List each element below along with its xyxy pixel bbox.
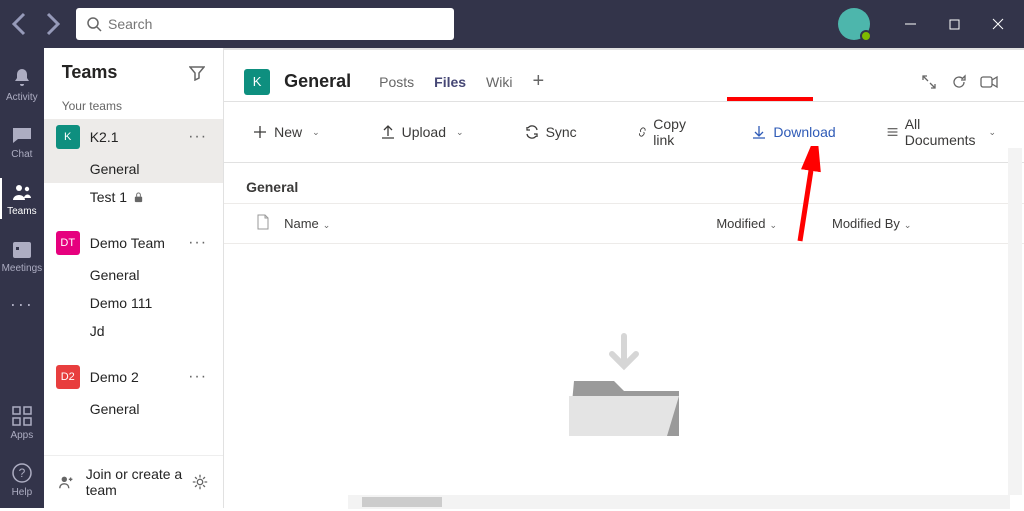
new-button[interactable]: New⌄	[242, 120, 330, 144]
help-icon: ?	[10, 461, 34, 485]
forward-button[interactable]	[36, 8, 68, 40]
svg-text:?: ?	[19, 466, 26, 480]
sidebar-title: Teams	[62, 62, 118, 83]
apps-icon	[10, 404, 34, 428]
teams-icon	[10, 180, 34, 204]
team-badge: DT	[56, 231, 80, 255]
col-modified[interactable]: Modified⌄	[652, 216, 832, 231]
file-type-icon[interactable]	[256, 214, 270, 230]
team-more-icon[interactable]: ···	[184, 368, 211, 386]
join-create-link[interactable]: Join or create a team	[86, 466, 191, 498]
team-row[interactable]: D2 Demo 2 ···	[44, 359, 223, 395]
doclib-title: General	[224, 163, 1024, 203]
channel-row[interactable]: Demo 111	[44, 289, 223, 317]
expand-icon[interactable]	[914, 67, 944, 97]
search-box[interactable]	[76, 8, 454, 40]
lock-icon	[133, 192, 144, 203]
col-name[interactable]: Name⌄	[280, 216, 652, 231]
team-badge: D2	[56, 365, 80, 389]
refresh-icon[interactable]	[944, 67, 974, 97]
rail-help[interactable]: ? Help	[0, 451, 44, 508]
channel-row[interactable]: Test 1	[44, 183, 223, 211]
people-plus-icon	[58, 473, 76, 491]
rail-chat[interactable]: Chat	[0, 113, 44, 170]
vertical-scrollbar[interactable]	[1008, 148, 1022, 495]
presence-icon	[860, 30, 872, 42]
channel-row[interactable]: General	[44, 155, 223, 183]
channel-title: General	[284, 71, 351, 92]
rail-apps[interactable]: Apps	[0, 394, 44, 451]
calendar-icon	[10, 237, 34, 261]
channel-row[interactable]: General	[44, 261, 223, 289]
rail-more[interactable]: ···	[0, 284, 44, 325]
col-modifiedby[interactable]: Modified By⌄	[832, 216, 1002, 231]
window-minimize[interactable]	[888, 8, 932, 40]
channel-badge: K	[244, 69, 270, 95]
rail-teams[interactable]: Teams	[0, 170, 44, 227]
team-more-icon[interactable]: ···	[184, 128, 211, 146]
column-header-row: Name⌄ Modified⌄ Modified By⌄	[224, 203, 1024, 244]
team-badge: K	[56, 125, 80, 149]
add-tab-button[interactable]: +	[522, 70, 554, 93]
link-icon	[637, 124, 648, 140]
window-close[interactable]	[976, 8, 1020, 40]
annotation-underline	[727, 97, 813, 101]
chat-icon	[10, 123, 34, 147]
team-row[interactable]: DT Demo Team ···	[44, 225, 223, 261]
sync-icon	[524, 124, 540, 140]
download-button[interactable]: Download	[741, 120, 845, 144]
tab-wiki[interactable]: Wiki	[476, 62, 522, 102]
search-icon	[86, 16, 102, 32]
download-icon	[751, 124, 767, 140]
horizontal-scrollbar[interactable]	[348, 495, 1010, 509]
copy-link-button[interactable]: Copy link	[627, 112, 702, 152]
upload-button[interactable]: Upload⌄	[370, 120, 474, 144]
rail-activity[interactable]: Activity	[0, 56, 44, 113]
rail-meetings[interactable]: Meetings	[0, 227, 44, 284]
section-label: Your teams	[44, 93, 223, 119]
filter-icon[interactable]	[189, 65, 205, 81]
plus-icon	[252, 124, 268, 140]
sync-button[interactable]: Sync	[514, 120, 587, 144]
tab-posts[interactable]: Posts	[369, 62, 424, 102]
search-input[interactable]	[108, 16, 444, 32]
avatar[interactable]	[838, 8, 870, 40]
upload-icon	[380, 124, 396, 140]
meet-icon[interactable]	[974, 67, 1004, 97]
bell-icon	[10, 66, 34, 90]
settings-icon[interactable]	[191, 473, 209, 491]
all-documents-button[interactable]: All Documents⌄	[876, 112, 1006, 152]
channel-row[interactable]: General	[44, 395, 223, 423]
window-maximize[interactable]	[932, 8, 976, 40]
empty-folder-icon	[544, 326, 704, 446]
back-button[interactable]	[4, 8, 36, 40]
team-row[interactable]: K K2.1 ···	[44, 119, 223, 155]
tab-files[interactable]: Files	[424, 62, 476, 102]
team-more-icon[interactable]: ···	[184, 234, 211, 252]
channel-row[interactable]: Jd	[44, 317, 223, 345]
list-icon	[886, 124, 899, 140]
